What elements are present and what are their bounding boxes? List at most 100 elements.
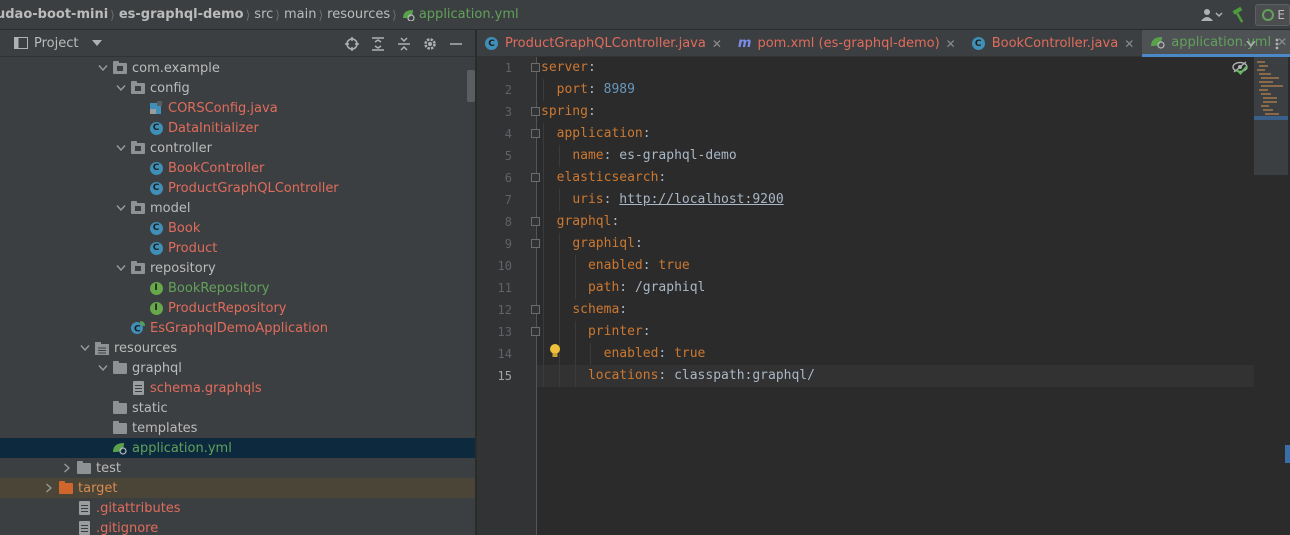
tab-tools xyxy=(1238,30,1290,57)
breadcrumb-item[interactable]: resources xyxy=(327,0,390,30)
chevron-down-icon[interactable] xyxy=(96,358,110,378)
chevron-down-icon[interactable] xyxy=(96,58,110,78)
fold-marker-icon[interactable] xyxy=(531,129,540,138)
hide-panel-button[interactable] xyxy=(443,30,469,57)
fold-marker-icon[interactable] xyxy=(531,327,540,336)
show-all-tabs-button[interactable] xyxy=(1238,30,1264,57)
tree-item-label: Product xyxy=(168,240,218,256)
tree-item[interactable]: model xyxy=(0,198,475,218)
code-line[interactable]: elasticsearch: xyxy=(541,167,667,189)
code-line[interactable]: application: xyxy=(541,123,651,145)
breadcrumb-item[interactable]: udao-boot-mini xyxy=(0,0,108,30)
tree-item[interactable]: .gitignore xyxy=(0,518,475,535)
fold-marker-icon[interactable] xyxy=(531,63,540,72)
tree-item[interactable]: schema.graphqls xyxy=(0,378,475,398)
close-icon[interactable]: ✕ xyxy=(712,37,722,51)
breadcrumb-item[interactable]: es-graphql-demo xyxy=(119,0,244,30)
fold-marker-icon[interactable] xyxy=(531,217,540,226)
chevron-right-icon[interactable] xyxy=(42,478,56,498)
tree-item[interactable]: test xyxy=(0,458,475,478)
yaml-separator: : xyxy=(634,236,643,251)
code-line[interactable]: enabled: true xyxy=(541,343,706,365)
chevron-down-icon[interactable] xyxy=(114,198,128,218)
yaml-separator: : xyxy=(587,104,596,119)
svg-text:C: C xyxy=(134,325,141,335)
tab-productgraphqlcontroller-java[interactable]: C ProductGraphQLController.java ✕ xyxy=(477,30,730,57)
code-line[interactable]: enabled: true xyxy=(541,255,690,277)
code-line[interactable]: spring: xyxy=(541,101,596,123)
tree-item[interactable]: C ProductGraphQLController xyxy=(0,178,475,198)
tree-item[interactable]: graphql xyxy=(0,358,475,378)
excluded-folder-icon xyxy=(58,480,74,496)
tree-item[interactable]: application.yml xyxy=(0,438,475,458)
fold-marker-icon[interactable] xyxy=(531,239,540,248)
chevron-down-icon[interactable] xyxy=(114,258,128,278)
code-editor[interactable]: 1 server: 2 port: 8989 3 spring: 4 applicatio… xyxy=(477,57,1290,535)
line-number: 4 xyxy=(504,127,512,141)
close-icon[interactable]: ✕ xyxy=(946,37,956,51)
tree-item[interactable]: CORSConfig.java xyxy=(0,98,475,118)
tree-item[interactable]: C BookController xyxy=(0,158,475,178)
code-line[interactable]: graphiql: xyxy=(541,233,643,255)
project-view-selector[interactable]: Project xyxy=(0,36,103,51)
code-line[interactable]: server: xyxy=(541,57,596,79)
chevron-down-icon[interactable] xyxy=(114,78,128,98)
collapse-all-button[interactable] xyxy=(391,30,417,57)
user-dropdown-button[interactable] xyxy=(1201,4,1223,26)
tree-item[interactable]: I BookRepository xyxy=(0,278,475,298)
tree-item[interactable]: config xyxy=(0,78,475,98)
breadcrumb-separator-icon: ⟩ xyxy=(245,7,251,22)
tree-item[interactable]: C Product xyxy=(0,238,475,258)
tree-item[interactable]: resources xyxy=(0,338,475,358)
chevron-down-icon[interactable] xyxy=(114,138,128,158)
tab-pom-xml-es-graphql-demo[interactable]: m pom.xml (es-graphql-demo) ✕ xyxy=(730,30,964,57)
run-config-dropdown[interactable]: E xyxy=(1255,4,1290,26)
tree-item[interactable]: static xyxy=(0,398,475,418)
class-icon: C xyxy=(148,120,164,136)
check-icon[interactable] xyxy=(1236,65,1248,75)
tree-item[interactable]: C Book xyxy=(0,218,475,238)
expand-all-button[interactable] xyxy=(365,30,391,57)
breadcrumb-file[interactable]: application.yml xyxy=(401,0,519,30)
fold-marker-icon[interactable] xyxy=(531,107,540,116)
yaml-key: schema xyxy=(572,302,620,317)
yaml-key: locations xyxy=(587,368,659,383)
line-number: 13 xyxy=(497,325,512,339)
close-icon[interactable]: ✕ xyxy=(1124,37,1134,51)
code-line[interactable]: name: es-graphql-demo xyxy=(541,145,736,167)
code-line[interactable]: schema: xyxy=(541,299,627,321)
build-button[interactable] xyxy=(1231,4,1247,26)
chevron-right-icon[interactable] xyxy=(60,458,74,478)
tree-item[interactable]: C EsGraphqlDemoApplication xyxy=(0,318,475,338)
code-line[interactable]: port: 8989 xyxy=(541,79,635,101)
breadcrumb-item[interactable]: src xyxy=(254,0,273,30)
tree-item[interactable]: C DataInitializer xyxy=(0,118,475,138)
code-line[interactable]: printer: xyxy=(541,321,651,343)
tree-item[interactable]: .gitattributes xyxy=(0,498,475,518)
code-line[interactable]: path: /graphiql xyxy=(541,277,705,299)
code-line[interactable]: uris: http://localhost:9200 xyxy=(541,189,783,211)
fold-marker-icon[interactable] xyxy=(531,305,540,314)
select-opened-file-button[interactable] xyxy=(339,30,365,57)
folder-icon xyxy=(112,420,128,436)
yaml-value: 8989 xyxy=(603,82,635,97)
tree-item[interactable]: repository xyxy=(0,258,475,278)
chevron-down-icon[interactable] xyxy=(78,338,92,358)
code-line[interactable]: graphql: xyxy=(541,211,620,233)
fold-marker-icon[interactable] xyxy=(531,173,540,182)
class-icon: C xyxy=(148,180,164,196)
tree-item[interactable]: controller xyxy=(0,138,475,158)
more-options-button[interactable] xyxy=(1264,30,1290,57)
yaml-value[interactable]: http://localhost:9200 xyxy=(619,192,783,207)
tree-item[interactable]: com.example xyxy=(0,58,475,78)
code-line[interactable]: locations: classpath:graphql/ xyxy=(537,365,1254,387)
tree-item[interactable]: target xyxy=(0,478,475,498)
tab-bookcontroller-java[interactable]: C BookController.java ✕ xyxy=(964,30,1143,57)
tree-item[interactable]: templates xyxy=(0,418,475,438)
settings-button[interactable] xyxy=(417,30,443,57)
tree-item[interactable]: I ProductRepository xyxy=(0,298,475,318)
minimap[interactable] xyxy=(1254,57,1288,175)
tree-item-label: config xyxy=(150,80,190,96)
breadcrumb-item[interactable]: main xyxy=(284,0,316,30)
lightbulb-icon[interactable] xyxy=(549,343,561,359)
